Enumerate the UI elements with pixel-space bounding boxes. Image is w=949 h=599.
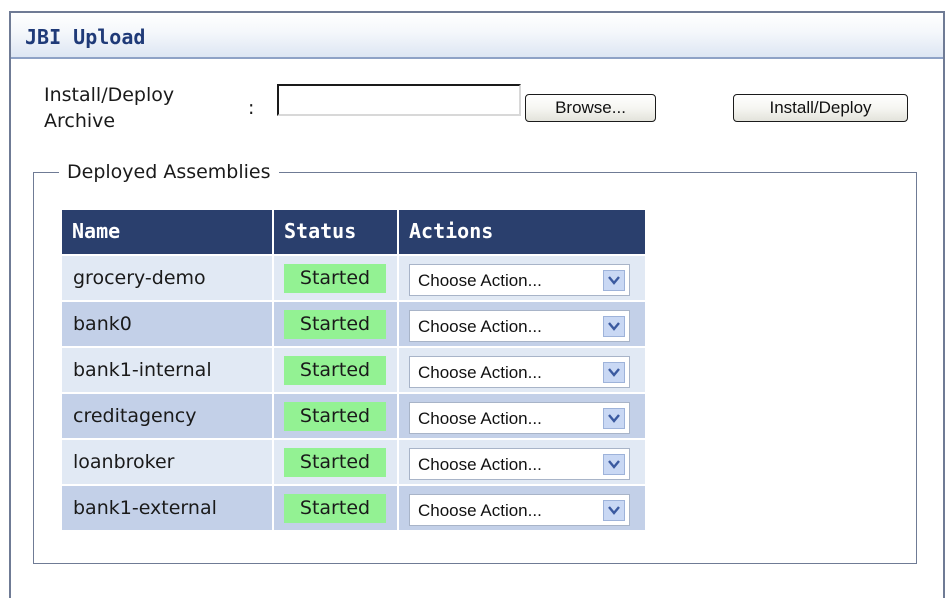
deployed-assemblies-legend: Deployed Assemblies <box>59 158 279 186</box>
action-select-value: Choose Action... <box>418 271 542 290</box>
browse-button[interactable]: Browse... <box>525 94 656 122</box>
status-cell: Started <box>274 394 397 438</box>
action-select[interactable]: Choose Action... <box>409 310 630 342</box>
name-cell: bank1-external <box>62 486 272 530</box>
assembly-name: bank1-internal <box>73 359 212 381</box>
action-select-value: Choose Action... <box>418 409 542 428</box>
actions-cell: Choose Action... <box>399 486 645 530</box>
panel-title: JBI Upload <box>25 25 146 49</box>
action-select[interactable]: Choose Action... <box>409 494 630 526</box>
action-select[interactable]: Choose Action... <box>409 264 630 296</box>
assembly-name: bank0 <box>73 313 132 335</box>
chevron-down-icon[interactable] <box>603 270 625 291</box>
chevron-down-icon[interactable] <box>603 316 625 337</box>
panel-titlebar: JBI Upload <box>11 13 943 59</box>
label-colon: : <box>248 97 255 119</box>
name-cell: grocery-demo <box>62 256 272 300</box>
install-deploy-button[interactable]: Install/Deploy <box>733 94 908 122</box>
status-badge: Started <box>284 264 386 293</box>
action-select[interactable]: Choose Action... <box>409 356 630 388</box>
status-cell: Started <box>274 256 397 300</box>
archive-file-input[interactable] <box>277 84 521 116</box>
action-select[interactable]: Choose Action... <box>409 402 630 434</box>
assembly-name: grocery-demo <box>73 267 206 289</box>
install-label-line2: Archive <box>44 110 116 132</box>
action-select-value: Choose Action... <box>418 317 542 336</box>
column-header-actions[interactable]: Actions <box>399 210 645 254</box>
chevron-down-icon[interactable] <box>603 454 625 475</box>
chevron-down-icon[interactable] <box>603 500 625 521</box>
status-badge: Started <box>284 494 386 523</box>
column-header-status[interactable]: Status <box>274 210 397 254</box>
status-cell: Started <box>274 440 397 484</box>
status-badge: Started <box>284 356 386 385</box>
status-cell: Started <box>274 348 397 392</box>
status-badge: Started <box>284 310 386 339</box>
column-header-name[interactable]: Name <box>62 210 272 254</box>
status-badge: Started <box>284 448 386 477</box>
actions-cell: Choose Action... <box>399 256 645 300</box>
actions-cell: Choose Action... <box>399 348 645 392</box>
action-select-value: Choose Action... <box>418 363 542 382</box>
action-select-value: Choose Action... <box>418 501 542 520</box>
assembly-name: loanbroker <box>73 451 175 473</box>
name-cell: bank0 <box>62 302 272 346</box>
actions-cell: Choose Action... <box>399 394 645 438</box>
chevron-down-icon[interactable] <box>603 408 625 429</box>
action-select-value: Choose Action... <box>418 455 542 474</box>
action-select[interactable]: Choose Action... <box>409 448 630 480</box>
assembly-name: creditagency <box>73 405 197 427</box>
name-cell: creditagency <box>62 394 272 438</box>
chevron-down-icon[interactable] <box>603 362 625 383</box>
install-deploy-archive-label: Install/Deploy Archive <box>44 82 174 134</box>
assembly-name: bank1-external <box>73 497 217 519</box>
actions-cell: Choose Action... <box>399 302 645 346</box>
status-cell: Started <box>274 486 397 530</box>
name-cell: bank1-internal <box>62 348 272 392</box>
status-cell: Started <box>274 302 397 346</box>
name-cell: loanbroker <box>62 440 272 484</box>
actions-cell: Choose Action... <box>399 440 645 484</box>
install-label-line1: Install/Deploy <box>44 84 175 106</box>
status-badge: Started <box>284 402 386 431</box>
